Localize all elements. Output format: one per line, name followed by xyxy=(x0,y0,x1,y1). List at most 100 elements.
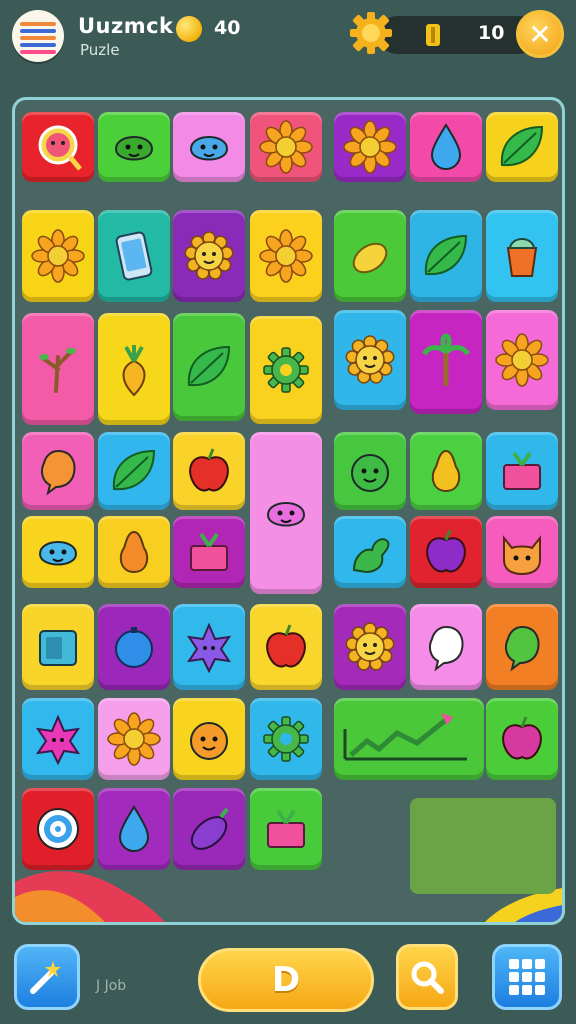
tile-purple-flower[interactable] xyxy=(98,698,170,780)
app-subtitle: Puzle xyxy=(80,41,120,59)
tile-big-leaf[interactable] xyxy=(173,313,245,421)
tile-purple-star[interactable] xyxy=(173,604,245,690)
tile-orange-cat[interactable] xyxy=(486,516,558,588)
tile-blue-bird[interactable] xyxy=(173,112,245,182)
tile-leaf[interactable] xyxy=(410,210,482,302)
gift-icon xyxy=(503,451,541,490)
chart-icon xyxy=(343,713,467,761)
tile-green-virus[interactable] xyxy=(334,310,406,410)
drop-icon xyxy=(118,805,150,852)
coin-icon xyxy=(176,16,202,42)
tile-lemon[interactable] xyxy=(334,210,406,302)
tile-pink-present[interactable] xyxy=(250,788,322,870)
blob-icon xyxy=(38,541,78,566)
tile-green-dino[interactable] xyxy=(334,516,406,588)
dino-icon xyxy=(352,538,390,574)
tile-white-balloon[interactable] xyxy=(410,604,482,690)
flower-icon xyxy=(259,229,313,283)
tile-yellow-pear[interactable] xyxy=(410,432,482,510)
tile-sun-face[interactable] xyxy=(173,210,245,302)
face-icon xyxy=(351,454,389,492)
tile-green-leaf[interactable] xyxy=(98,432,170,510)
apple-icon xyxy=(502,716,542,760)
cat-icon xyxy=(503,535,541,576)
tile-flower-branch[interactable] xyxy=(250,112,322,182)
tile-orange-balloon[interactable] xyxy=(22,432,94,510)
tile-pink-splat[interactable] xyxy=(22,698,94,780)
tile-blue-bird-2[interactable] xyxy=(98,788,170,870)
empty-slot[interactable] xyxy=(410,798,556,894)
close-button[interactable]: ✕ xyxy=(516,10,564,58)
tile-blue-ornament[interactable] xyxy=(410,112,482,182)
energy-bar xyxy=(378,16,538,54)
cup-icon xyxy=(506,238,538,277)
tile-green-smile[interactable] xyxy=(334,432,406,510)
blob-icon xyxy=(266,502,306,527)
tile-pink-slime[interactable] xyxy=(250,432,322,594)
balloon-icon xyxy=(505,625,540,672)
gear-icon xyxy=(263,347,309,393)
drop-icon xyxy=(430,123,462,170)
tile-red-apple[interactable] xyxy=(173,432,245,510)
coin-count: 40 xyxy=(214,17,241,39)
flower-icon xyxy=(495,333,549,387)
tile-purple-beet[interactable] xyxy=(410,516,482,588)
tile-red-flower[interactable] xyxy=(250,210,322,302)
magic-wand-button[interactable] xyxy=(14,944,80,1010)
tile-yellow-flower[interactable] xyxy=(334,112,406,182)
tile-green-blob[interactable] xyxy=(98,112,170,182)
magic-wand-icon xyxy=(30,961,61,994)
gear-icon[interactable] xyxy=(346,8,396,58)
tile-orange-flower[interactable] xyxy=(486,310,558,410)
tile-green-ball[interactable] xyxy=(250,698,322,780)
leaf-icon xyxy=(424,234,468,276)
grid-menu-icon xyxy=(509,959,545,995)
tile-orange-fruit[interactable] xyxy=(98,516,170,588)
tile-sun-flower[interactable] xyxy=(22,210,94,302)
main-action-button[interactable]: D xyxy=(198,948,374,1012)
tile-sun-smile[interactable] xyxy=(334,604,406,690)
tile-red-cherry[interactable] xyxy=(250,604,322,690)
tile-blue-blob[interactable] xyxy=(22,516,94,588)
twig-icon xyxy=(39,348,76,393)
tile-eggplant[interactable] xyxy=(173,788,245,870)
tile-phone[interactable] xyxy=(98,210,170,302)
tile-blue-box[interactable] xyxy=(22,604,94,690)
tile-target[interactable] xyxy=(22,788,94,870)
sun-icon xyxy=(345,335,395,384)
leaf-icon xyxy=(112,449,156,491)
apple-icon xyxy=(426,529,466,573)
tile-pink-gift[interactable] xyxy=(486,432,558,510)
tile-gift-box[interactable] xyxy=(173,516,245,588)
blob-icon xyxy=(114,136,154,161)
tile-pineapple[interactable] xyxy=(98,313,170,425)
tile-twig[interactable] xyxy=(22,313,94,425)
box-icon xyxy=(39,630,77,666)
palm-icon xyxy=(421,333,471,386)
flower-icon xyxy=(107,712,161,766)
battery-icon xyxy=(426,24,440,46)
balloon-icon xyxy=(41,449,76,496)
app-logo xyxy=(12,10,64,62)
star-icon xyxy=(186,622,232,674)
tile-orange-pumpkin[interactable] xyxy=(173,698,245,780)
tile-blue-ball[interactable] xyxy=(98,604,170,690)
leaf-icon xyxy=(187,345,231,387)
tile-green-bubble[interactable] xyxy=(486,604,558,690)
apple-icon xyxy=(266,624,306,668)
tile-lime-leaf[interactable] xyxy=(486,112,558,182)
energy-count: 10 xyxy=(478,22,505,44)
flower-icon xyxy=(31,229,85,283)
target-icon xyxy=(37,808,79,850)
tile-chart-rocket[interactable] xyxy=(334,698,484,780)
app-title: Uuzmck xyxy=(78,14,174,38)
menu-button[interactable] xyxy=(492,944,562,1010)
tile-cup[interactable] xyxy=(486,210,558,302)
flower-icon xyxy=(343,120,397,174)
pear-icon xyxy=(119,530,149,574)
tile-palm[interactable] xyxy=(410,310,482,414)
tile-gear-green[interactable] xyxy=(250,316,322,424)
tile-pink-radish[interactable] xyxy=(486,698,558,780)
search-button[interactable] xyxy=(396,944,458,1010)
tile-pink-face[interactable] xyxy=(22,112,94,182)
